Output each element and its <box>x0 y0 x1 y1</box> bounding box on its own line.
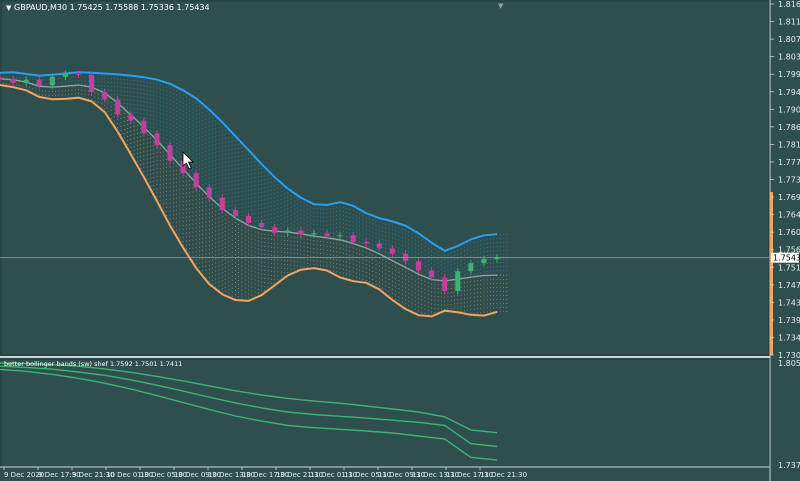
candle-body[interactable] <box>246 216 251 224</box>
price-tick-label: 1.79908 <box>778 70 800 79</box>
indicator-title: better bollinger bands (sw) shef 1.7592 … <box>4 360 182 368</box>
candle-body[interactable] <box>363 241 369 244</box>
candle-body[interactable] <box>311 233 317 235</box>
candle-body[interactable] <box>416 261 422 271</box>
price-tick-label: 1.79478 <box>778 88 800 97</box>
candle-body[interactable] <box>442 277 448 292</box>
candle-body[interactable] <box>49 76 55 86</box>
candle-body[interactable] <box>23 79 29 83</box>
price-tick-label: 1.77768 <box>778 158 800 167</box>
price-tick-label: 1.74768 <box>778 281 800 290</box>
scroll-arrow-icon[interactable]: ▼ <box>498 2 504 10</box>
candle-body[interactable] <box>62 73 68 77</box>
price-tick-label: 1.74348 <box>778 298 800 307</box>
candle-body[interactable] <box>350 235 356 242</box>
indicator-tick-label: 1.8051 <box>778 359 800 368</box>
candle-body[interactable] <box>10 78 16 83</box>
candle-body[interactable] <box>232 209 238 217</box>
price-tick-label: 1.78198 <box>778 140 800 149</box>
indicator-tick-label: 1.7379 <box>778 461 800 470</box>
candle-body[interactable] <box>36 79 42 86</box>
time-tick-label: 11 Dec 21:30 <box>480 471 527 479</box>
price-tick-label: 1.78628 <box>778 123 800 132</box>
price-tick-label: 1.80338 <box>778 53 800 62</box>
price-tick-label: 1.73918 <box>778 316 800 325</box>
price-tick-label: 1.76058 <box>778 228 800 237</box>
candle-body[interactable] <box>115 99 121 115</box>
candle-body[interactable] <box>219 197 225 210</box>
candle-body[interactable] <box>193 173 199 188</box>
candle-body[interactable] <box>481 259 487 264</box>
candle-body[interactable] <box>455 271 461 292</box>
candle-body[interactable] <box>128 114 134 121</box>
candle-body[interactable] <box>272 227 278 233</box>
candle-body[interactable] <box>468 263 474 272</box>
candle-body[interactable] <box>0 77 3 79</box>
candle-body[interactable] <box>141 120 147 134</box>
price-tick-label: 1.76488 <box>778 211 800 220</box>
candle-body[interactable] <box>337 235 343 237</box>
candle-body[interactable] <box>259 223 265 228</box>
candle-body[interactable] <box>285 230 291 233</box>
candle-body[interactable] <box>206 187 212 198</box>
chevron-down-icon[interactable]: ▼ <box>6 4 12 12</box>
price-tick-label: 1.75198 <box>778 263 800 272</box>
candle-body[interactable] <box>154 133 160 146</box>
price-tick-label: 1.81628 <box>778 0 800 9</box>
chart-canvas[interactable]: 1.81628 1.81198 1.80768 1.80338 1.79908 1.794… <box>0 0 800 481</box>
price-tick-label: 1.77338 <box>778 176 800 185</box>
candle-body[interactable] <box>389 248 395 254</box>
price-tick-label: 1.81198 <box>778 18 800 27</box>
candle-body[interactable] <box>75 73 81 75</box>
main-chart-title: GBPAUD,M30 1.75425 1.75588 1.75336 1.754… <box>14 3 210 12</box>
candle-body[interactable] <box>376 243 382 249</box>
candle-body[interactable] <box>89 74 95 92</box>
price-tick-label: 1.73488 <box>778 333 800 342</box>
axis-accent-bar <box>770 192 773 355</box>
current-price-label: 1.75434 <box>773 254 800 263</box>
price-tick-label: 1.79058 <box>778 105 800 114</box>
price-tick-label: 1.80768 <box>778 35 800 44</box>
candle-body[interactable] <box>102 91 108 100</box>
price-tick-label: 1.76918 <box>778 193 800 202</box>
candle-body[interactable] <box>298 230 304 235</box>
candle-body[interactable] <box>167 145 173 161</box>
candle-body[interactable] <box>429 270 435 278</box>
candle-body[interactable] <box>324 233 330 237</box>
